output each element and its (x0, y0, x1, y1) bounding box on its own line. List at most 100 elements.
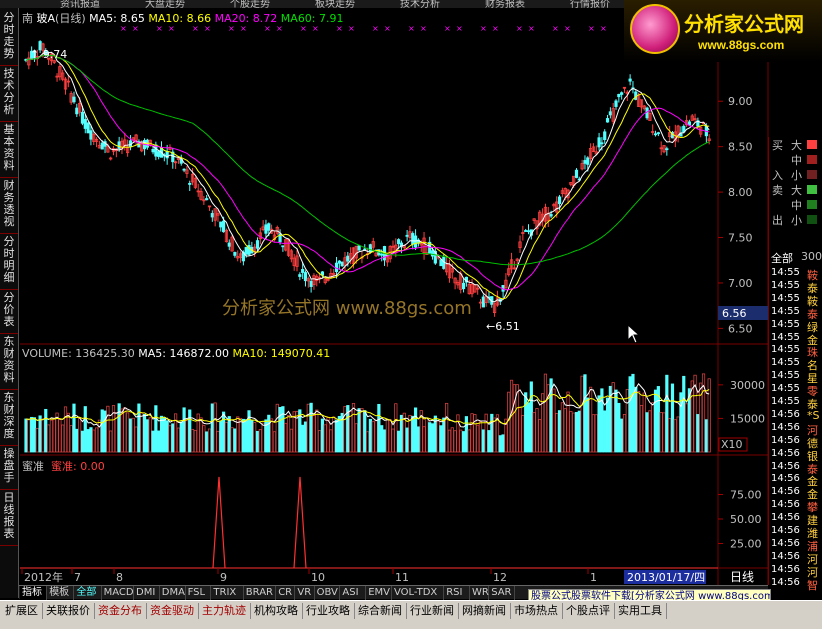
indicator-tab[interactable]: VR (295, 586, 315, 600)
indicator-info-line: 蜜准 蜜准: 0.00 (22, 458, 105, 474)
volume-bar (216, 430, 220, 453)
volume-bar (529, 381, 533, 453)
indicator-name: 蜜准 (22, 460, 44, 473)
signal-marker: × (588, 24, 595, 33)
candle-body (357, 245, 361, 251)
volume-bar (668, 418, 672, 453)
candle-body (430, 250, 435, 257)
flow-row: 卖大 (769, 182, 822, 197)
candle-body (298, 274, 302, 277)
indicator-tab[interactable]: EMV (366, 586, 392, 600)
volume-bar (411, 415, 415, 453)
bottom-toolbar-button[interactable]: 实用工具 (615, 603, 667, 619)
indicator-tab[interactable]: VOL-TDX (392, 586, 445, 600)
tick-row[interactable]: 14:55 泰 (769, 396, 822, 411)
low-annotation: ←6.51 (486, 320, 520, 333)
price-tick-label: 8.50 (728, 141, 753, 154)
candle-body (100, 142, 104, 150)
candle-body (89, 130, 93, 140)
bottom-toolbar-button[interactable]: 综合新闻 (355, 603, 407, 619)
indicator-tab[interactable]: 模板 (47, 586, 75, 600)
bottom-toolbar-button[interactable]: 个股点评 (563, 603, 615, 619)
volume-bar (131, 417, 135, 453)
tick-row[interactable]: 14:56 攀 (769, 499, 822, 514)
indicator-tab[interactable]: FSL (186, 586, 212, 600)
tick-row[interactable]: 14:56 泰 (769, 461, 822, 476)
tick-row[interactable]: 14:56 潍 (769, 525, 822, 540)
tick-row[interactable]: 14:55 名 (769, 357, 822, 372)
volume-bar (61, 424, 65, 453)
tick-row[interactable]: 14:56 *S (769, 409, 822, 422)
tick-row[interactable]: 14:55 泰 (769, 280, 822, 295)
volume-bar (176, 427, 181, 453)
tick-row[interactable]: 14:56 智 (769, 577, 822, 592)
tick-time: 14:56 (771, 525, 800, 536)
indicator-tab[interactable]: 指标 (20, 586, 48, 600)
volume-bar (363, 410, 367, 453)
tick-row[interactable]: 14:55 鞍 (769, 292, 822, 308)
volume-bar (391, 428, 395, 453)
volume-bar (117, 403, 121, 453)
tick-row[interactable]: 14:55 珠 (769, 344, 822, 359)
indicator-tab[interactable]: TRIX (211, 586, 244, 600)
bottom-toolbar-button[interactable]: 市场热点 (511, 603, 563, 619)
indicator-tab[interactable]: 全部 (74, 586, 102, 600)
indicator-tab[interactable]: BRAR (244, 586, 277, 600)
tick-row[interactable]: 14:56 河 (769, 551, 822, 566)
indicator-tab[interactable]: SAR (489, 586, 515, 600)
volume-bar (270, 418, 274, 453)
bottom-toolbar-button[interactable]: 资金分布 (95, 603, 147, 619)
candle-body (182, 168, 186, 171)
bottom-toolbar-button[interactable]: 资金驱动 (147, 603, 199, 619)
candle-body (233, 252, 237, 256)
tick-row[interactable]: 14:55 金 (769, 332, 822, 347)
volume-bar (179, 421, 183, 453)
volume-bar (329, 429, 333, 453)
tick-row[interactable]: 14:56 河 (769, 563, 822, 579)
indicator-tab[interactable]: OBV (315, 586, 341, 600)
signal-marker: × (348, 24, 355, 33)
bottom-toolbar-button[interactable]: 行业攻略 (303, 603, 355, 619)
volume-bar (210, 403, 214, 453)
tick-row[interactable]: 14:56 河 (769, 422, 822, 437)
date-label: 11 (395, 571, 409, 584)
indicator-tab[interactable]: ASI (340, 586, 367, 600)
bottom-toolbar-button[interactable]: 行业新闻 (407, 603, 459, 619)
volume-bar (80, 430, 85, 453)
bottom-toolbar-button[interactable]: 主力轨迹 (199, 603, 251, 619)
tick-row[interactable]: 14:56 银 (769, 448, 822, 463)
tick-row[interactable]: 14:56 金 (769, 473, 822, 488)
tick-row[interactable]: 14:55 泰 (769, 305, 822, 321)
indicator-tab[interactable]: CR (276, 586, 296, 600)
indicator-tab[interactable]: RSI (444, 586, 470, 600)
tick-time: 14:56 (771, 563, 800, 575)
indicator-tab[interactable]: WR (470, 586, 490, 600)
bottom-toolbar-button[interactable]: 机构攻略 (251, 603, 303, 619)
volume-bar (86, 429, 90, 453)
tick-row[interactable]: 14:56 建 (769, 512, 822, 527)
right-info-panel: 买大中入小卖大中出小全部 300 14:55 鞍 14:55 泰 14:55 鞍 14:55 泰 1… (768, 137, 822, 592)
signal-marker: × (600, 24, 607, 33)
indicator-tab[interactable]: DMI (134, 586, 160, 600)
volume-bar (233, 428, 237, 453)
tick-row[interactable]: 14:56 浦 (769, 538, 822, 553)
tick-row[interactable]: 14:55 零 (769, 383, 822, 398)
bottom-toolbar-button[interactable]: 网摘新闻 (459, 603, 511, 619)
volume-bar (603, 410, 607, 453)
tick-row[interactable]: 14:55 鞍 (769, 267, 822, 282)
bottom-toolbar-button[interactable]: 关联报价 (43, 603, 95, 619)
volume-bar (518, 407, 522, 453)
bottom-toolbar-button[interactable]: 扩展区 (2, 603, 43, 619)
indicator-tab[interactable]: MACD (102, 586, 134, 600)
tick-time: 14:55 (771, 305, 800, 317)
tick-row[interactable]: 14:56 德 (769, 435, 822, 450)
volume-bar (512, 384, 516, 453)
indicator-tab[interactable]: DMA (160, 586, 186, 600)
indicator-tick-label: 50.00 (730, 513, 762, 526)
candle-body (188, 183, 192, 185)
tick-row[interactable]: 14:55 绿 (769, 319, 822, 334)
candle-body (210, 213, 214, 218)
tick-row[interactable]: 14:55 星 (769, 370, 822, 385)
tick-row[interactable]: 14:56 金 (769, 486, 822, 501)
tick-time: 14:55 (771, 292, 800, 304)
